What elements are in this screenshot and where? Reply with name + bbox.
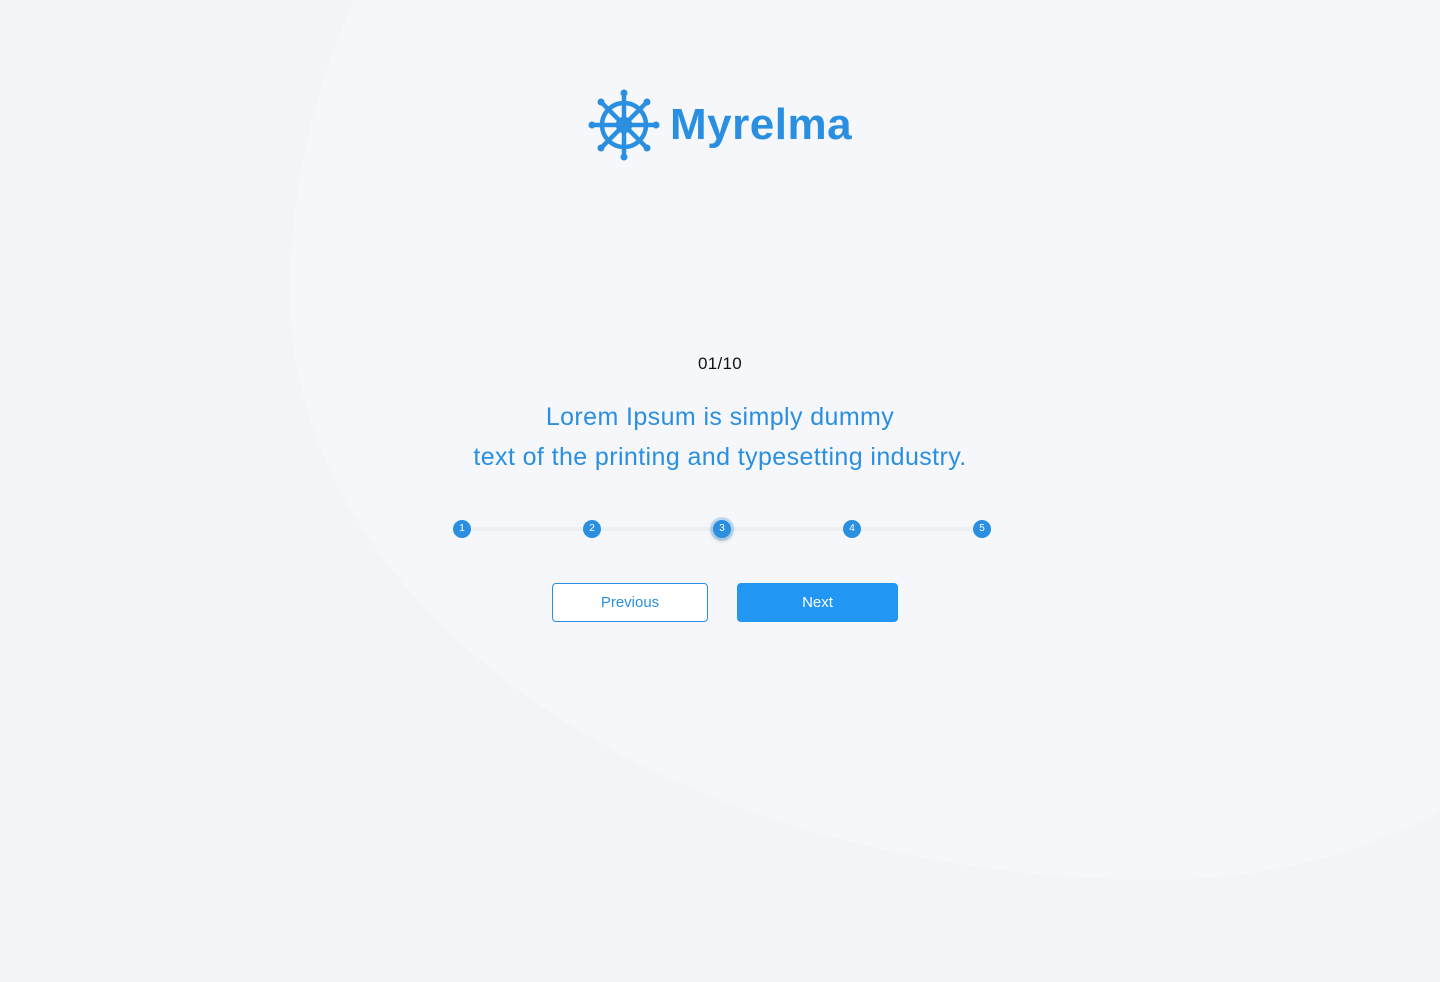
step-1[interactable]: 1 [453, 520, 471, 538]
brand-name: Myrelma [670, 100, 853, 149]
step-5[interactable]: 5 [973, 520, 991, 538]
step-4[interactable]: 4 [843, 520, 861, 538]
stepper: 1 2 3 4 5 [452, 519, 992, 539]
brand-logo: Myrelma [588, 89, 852, 161]
step-3[interactable]: 3 [713, 520, 731, 538]
headline-line-2: text of the printing and typesetting ind… [473, 443, 967, 471]
ship-wheel-icon [588, 89, 660, 161]
headline: Lorem Ipsum is simply dummy text of the … [0, 397, 1440, 477]
next-button[interactable]: Next [737, 583, 898, 622]
onboarding-page: Myrelma 01/10 Lorem Ipsum is simply dumm… [0, 0, 1440, 982]
previous-button[interactable]: Previous [552, 583, 708, 622]
headline-line-1: Lorem Ipsum is simply dummy [545, 403, 895, 431]
step-2[interactable]: 2 [583, 520, 601, 538]
step-counter: 01/10 [697, 354, 743, 373]
